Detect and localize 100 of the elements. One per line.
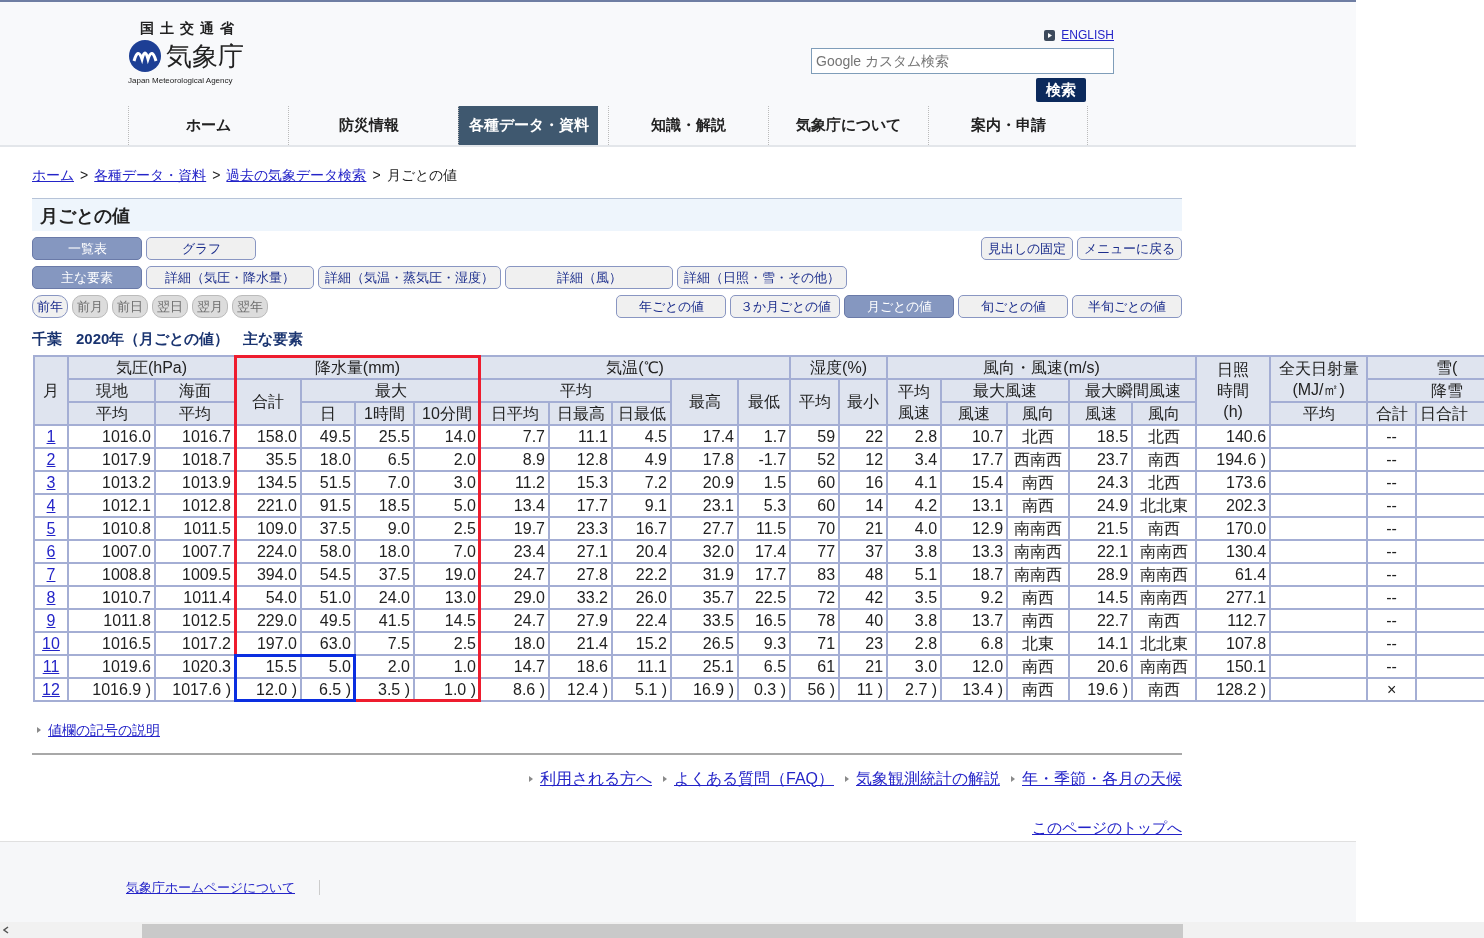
table-cell: 51.5 (301, 470, 355, 494)
table-cell: -- (1367, 470, 1417, 494)
table-cell: 18.0 (301, 447, 355, 471)
table-cell: 1011.8 (68, 608, 155, 632)
search-field[interactable]: Google カスタム検索 (811, 48, 1114, 74)
footer-link[interactable]: 利用される方へ (540, 766, 652, 791)
table-cell: 11.1 (549, 424, 612, 448)
scrollbar-thumb[interactable] (142, 924, 1183, 938)
table-cell: 42 (839, 585, 888, 609)
column-header: 時間 (1216, 380, 1251, 401)
table-cell: 8.9 (480, 447, 549, 471)
horizontal-scrollbar[interactable] (0, 922, 1484, 938)
toggle-button[interactable]: 詳細（風） (505, 266, 673, 289)
menu-button[interactable]: メニューに戻る (1077, 237, 1182, 260)
table-cell: 3.8 (887, 608, 942, 632)
breadcrumb-link[interactable]: ホーム (32, 165, 74, 186)
table-cell: 1012.1 (68, 493, 155, 517)
footer-link[interactable]: 気象観測統計の解説 (856, 766, 1000, 791)
table-cell: 1016.5 (68, 631, 155, 655)
footer-link[interactable]: 年・季節・各月の天候 (1022, 766, 1182, 791)
table-caption: 千葉 (32, 329, 62, 349)
table-cell: 19.7 (480, 516, 549, 540)
column-header: 気圧(hPa) (68, 355, 235, 379)
toggle-button[interactable]: ３か月ごとの値 (730, 295, 840, 318)
table-cell: 394.0 (235, 562, 301, 586)
table-cell: 9.0 (355, 516, 414, 540)
table-cell: -- (1367, 447, 1417, 471)
toggle-button[interactable]: 詳細（気温・蒸気圧・湿度） (318, 266, 501, 289)
table-cell: 12.0 (941, 654, 1008, 678)
english-link[interactable]: ENGLISH (1061, 26, 1114, 44)
table-cell: 224.0 (235, 539, 301, 563)
table-cell: 9.2 (941, 585, 1008, 609)
table-cell: 22.7 (1069, 608, 1133, 632)
table-cell: -- (1367, 654, 1417, 678)
toggle-button[interactable]: 詳細（気圧・降水量） (146, 266, 314, 289)
table-cell: 41.5 (355, 608, 414, 632)
page-top-link[interactable]: このページのトップへ (1032, 818, 1182, 836)
toggle-button[interactable]: 半旬ごとの値 (1072, 295, 1182, 318)
table-cell: 15.3 (549, 470, 612, 494)
column-header: 降雪 (1367, 378, 1484, 402)
table-cell: 21.5 (1069, 516, 1133, 540)
breadcrumb-link[interactable]: 過去の気象データ検索 (226, 165, 367, 186)
play-icon (1044, 29, 1056, 41)
column-header: 平均 (790, 378, 840, 425)
table-cell: 6.5 (738, 654, 791, 678)
table-cell: 13.4 ) (941, 677, 1008, 701)
table-cell: 16 (839, 470, 888, 494)
toggle-button[interactable]: 詳細（日照・雪・その他） (677, 266, 847, 289)
table-cell: 32.0 (671, 539, 738, 563)
table-cell: 1010.8 (68, 516, 155, 540)
nav-tab[interactable]: 案内・申請 (928, 106, 1088, 145)
table-cell: -- (1367, 585, 1417, 609)
menu-button[interactable]: 見出しの固定 (981, 237, 1073, 260)
table-cell: 22.2 (612, 562, 671, 586)
table-cell: 37.5 (355, 562, 414, 586)
breadcrumb-current: 月ごとの値 (386, 166, 457, 185)
toggle-button[interactable]: 前年 (32, 295, 68, 318)
nav-tab[interactable]: 防災情報 (288, 106, 448, 145)
table-cell: 18.0 (480, 631, 549, 655)
breadcrumb-link[interactable]: 各種データ・資料 (94, 165, 207, 186)
table-cell: 1013.2 (68, 470, 155, 494)
nav-tab[interactable]: ホーム (128, 106, 288, 145)
search-button[interactable]: 検索 (1036, 78, 1086, 102)
table-cell: 21 (839, 516, 888, 540)
table-cell: 59 (790, 424, 840, 448)
table-cell: 南南西 (1132, 539, 1197, 563)
table-cell: 158.0 (235, 424, 301, 448)
table-cell: 5.1 ) (612, 677, 671, 701)
toggle-button[interactable]: 年ごとの値 (616, 295, 726, 318)
table-cell: 20.9 (671, 470, 738, 494)
table-cell: 北北東 (1132, 631, 1197, 655)
nav-tab[interactable]: 知識・解説 (608, 106, 768, 145)
table-cell: 21 (839, 654, 888, 678)
table-cell: 9.1 (612, 493, 671, 517)
column-header: 月 (34, 355, 68, 425)
table-cell: 202.3 (1196, 493, 1271, 517)
table-cell: 11.2 (480, 470, 549, 494)
emblem-icon (128, 39, 162, 73)
column-header: (MJ/㎡) (1291, 379, 1346, 400)
table-cell: 134.5 (235, 470, 301, 494)
table-cell: 7.7 (480, 424, 549, 448)
table-cell: 南西 (1007, 608, 1070, 632)
table-cell: 23.4 (480, 539, 549, 563)
bullet-arrow-icon (36, 726, 42, 734)
table-cell: 南西 (1132, 608, 1197, 632)
nav-tab[interactable]: 気象庁について (768, 106, 928, 145)
table-cell: 56 ) (790, 677, 840, 701)
table-cell: 西南西 (1007, 447, 1070, 471)
site-info-link[interactable]: 気象庁ホームページについて (126, 880, 295, 895)
footer-link[interactable]: よくある質問（FAQ） (674, 766, 834, 791)
table-caption: 2020年（月ごとの値） (76, 329, 230, 349)
table-cell: -- (1367, 608, 1417, 632)
ministry-name: 国 土 交 通 省 (140, 19, 235, 38)
toggle-button[interactable]: グラフ (146, 237, 256, 260)
nav-tab[interactable]: 各種データ・資料 (458, 106, 598, 145)
table-cell: -- (1367, 562, 1417, 586)
bullet-arrow-icon (1010, 774, 1016, 783)
table-cell: 7.2 (612, 470, 671, 494)
notes-link[interactable]: 値欄の記号の説明 (48, 719, 160, 741)
toggle-button[interactable]: 旬ごとの値 (958, 295, 1068, 318)
